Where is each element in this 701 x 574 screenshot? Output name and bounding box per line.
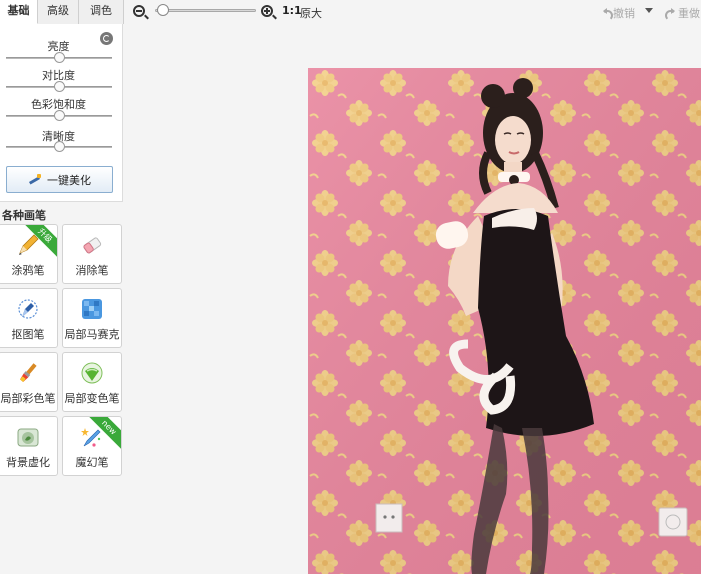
zoom-in-icon[interactable] — [261, 5, 277, 20]
undo-button[interactable]: 撤销 — [600, 5, 635, 21]
undo-label: 撤销 — [613, 7, 635, 20]
tool-mosaic[interactable]: 局部马赛克 — [62, 288, 122, 348]
one-click-beautify-button[interactable]: 一键美化 — [6, 166, 113, 193]
tool-local-color-pen[interactable]: 局部彩色笔 — [0, 352, 58, 412]
left-panel: 基础 高级 调色 亮度 对比度 色彩饱和度 清晰度 一键美化 各种画笔 升级 涂… — [0, 0, 124, 574]
saturation-slider-knob[interactable] — [54, 110, 65, 121]
magic-wand-icon — [28, 173, 42, 186]
brushes-section-title: 各种画笔 — [2, 209, 46, 222]
tool-label: 背景虚化 — [6, 456, 50, 469]
actual-size-ratio[interactable]: 1:1 — [282, 4, 302, 17]
mosaic-icon — [82, 299, 102, 319]
beautify-button-label: 一键美化 — [47, 173, 91, 187]
eraser-icon — [83, 237, 102, 254]
tool-local-recolor-pen[interactable]: 局部变色笔 — [62, 352, 122, 412]
undo-icon — [600, 8, 613, 21]
zoom-slider-track[interactable] — [155, 9, 256, 12]
tool-label: 消除笔 — [75, 264, 109, 277]
tool-magic-pen[interactable]: new 魔幻笔 — [62, 416, 122, 476]
adjustments-panel: 亮度 对比度 色彩饱和度 清晰度 一键美化 — [0, 24, 123, 202]
brightness-slider-knob[interactable] — [54, 52, 65, 63]
tab-bar: 基础 高级 调色 — [0, 0, 124, 24]
actual-size-button[interactable]: 原大 — [300, 5, 322, 21]
tool-label: 局部马赛克 — [64, 328, 120, 341]
zoom-out-icon[interactable] — [133, 5, 145, 17]
color-brush-icon — [20, 363, 37, 382]
tab-color[interactable]: 调色 — [79, 0, 124, 24]
tool-eraser[interactable]: 消除笔 — [62, 224, 122, 284]
edited-photo[interactable] — [308, 68, 701, 574]
editing-canvas — [124, 24, 701, 574]
top-toolbar: 1:1 原大 撤销 重做 — [124, 0, 701, 24]
sharpness-slider-knob[interactable] — [54, 141, 65, 152]
tab-basic[interactable]: 基础 — [0, 0, 38, 24]
tool-background-blur[interactable]: 背景虚化 — [0, 416, 58, 476]
tool-label: 抠图笔 — [11, 328, 45, 341]
tool-doodle-pen[interactable]: 升级 涂鸦笔 — [0, 224, 58, 284]
tool-label: 魔幻笔 — [75, 456, 109, 469]
tab-advanced[interactable]: 高级 — [38, 0, 79, 24]
tool-label: 局部变色笔 — [64, 392, 120, 405]
redo-button[interactable]: 重做 — [665, 5, 700, 21]
tool-label: 涂鸦笔 — [11, 264, 45, 277]
pen-nib-icon — [18, 299, 38, 319]
undo-history-dropdown-icon[interactable] — [645, 8, 653, 13]
photo-image — [308, 68, 701, 574]
zoom-slider-knob[interactable] — [157, 4, 170, 16]
tool-label: 局部彩色笔 — [0, 392, 56, 405]
color-change-icon — [81, 362, 103, 384]
tool-cutout-pen[interactable]: 抠图笔 — [0, 288, 58, 348]
contrast-slider-knob[interactable] — [54, 81, 65, 92]
redo-icon — [665, 8, 676, 21]
redo-label: 重做 — [678, 7, 700, 20]
blur-icon — [17, 428, 39, 447]
